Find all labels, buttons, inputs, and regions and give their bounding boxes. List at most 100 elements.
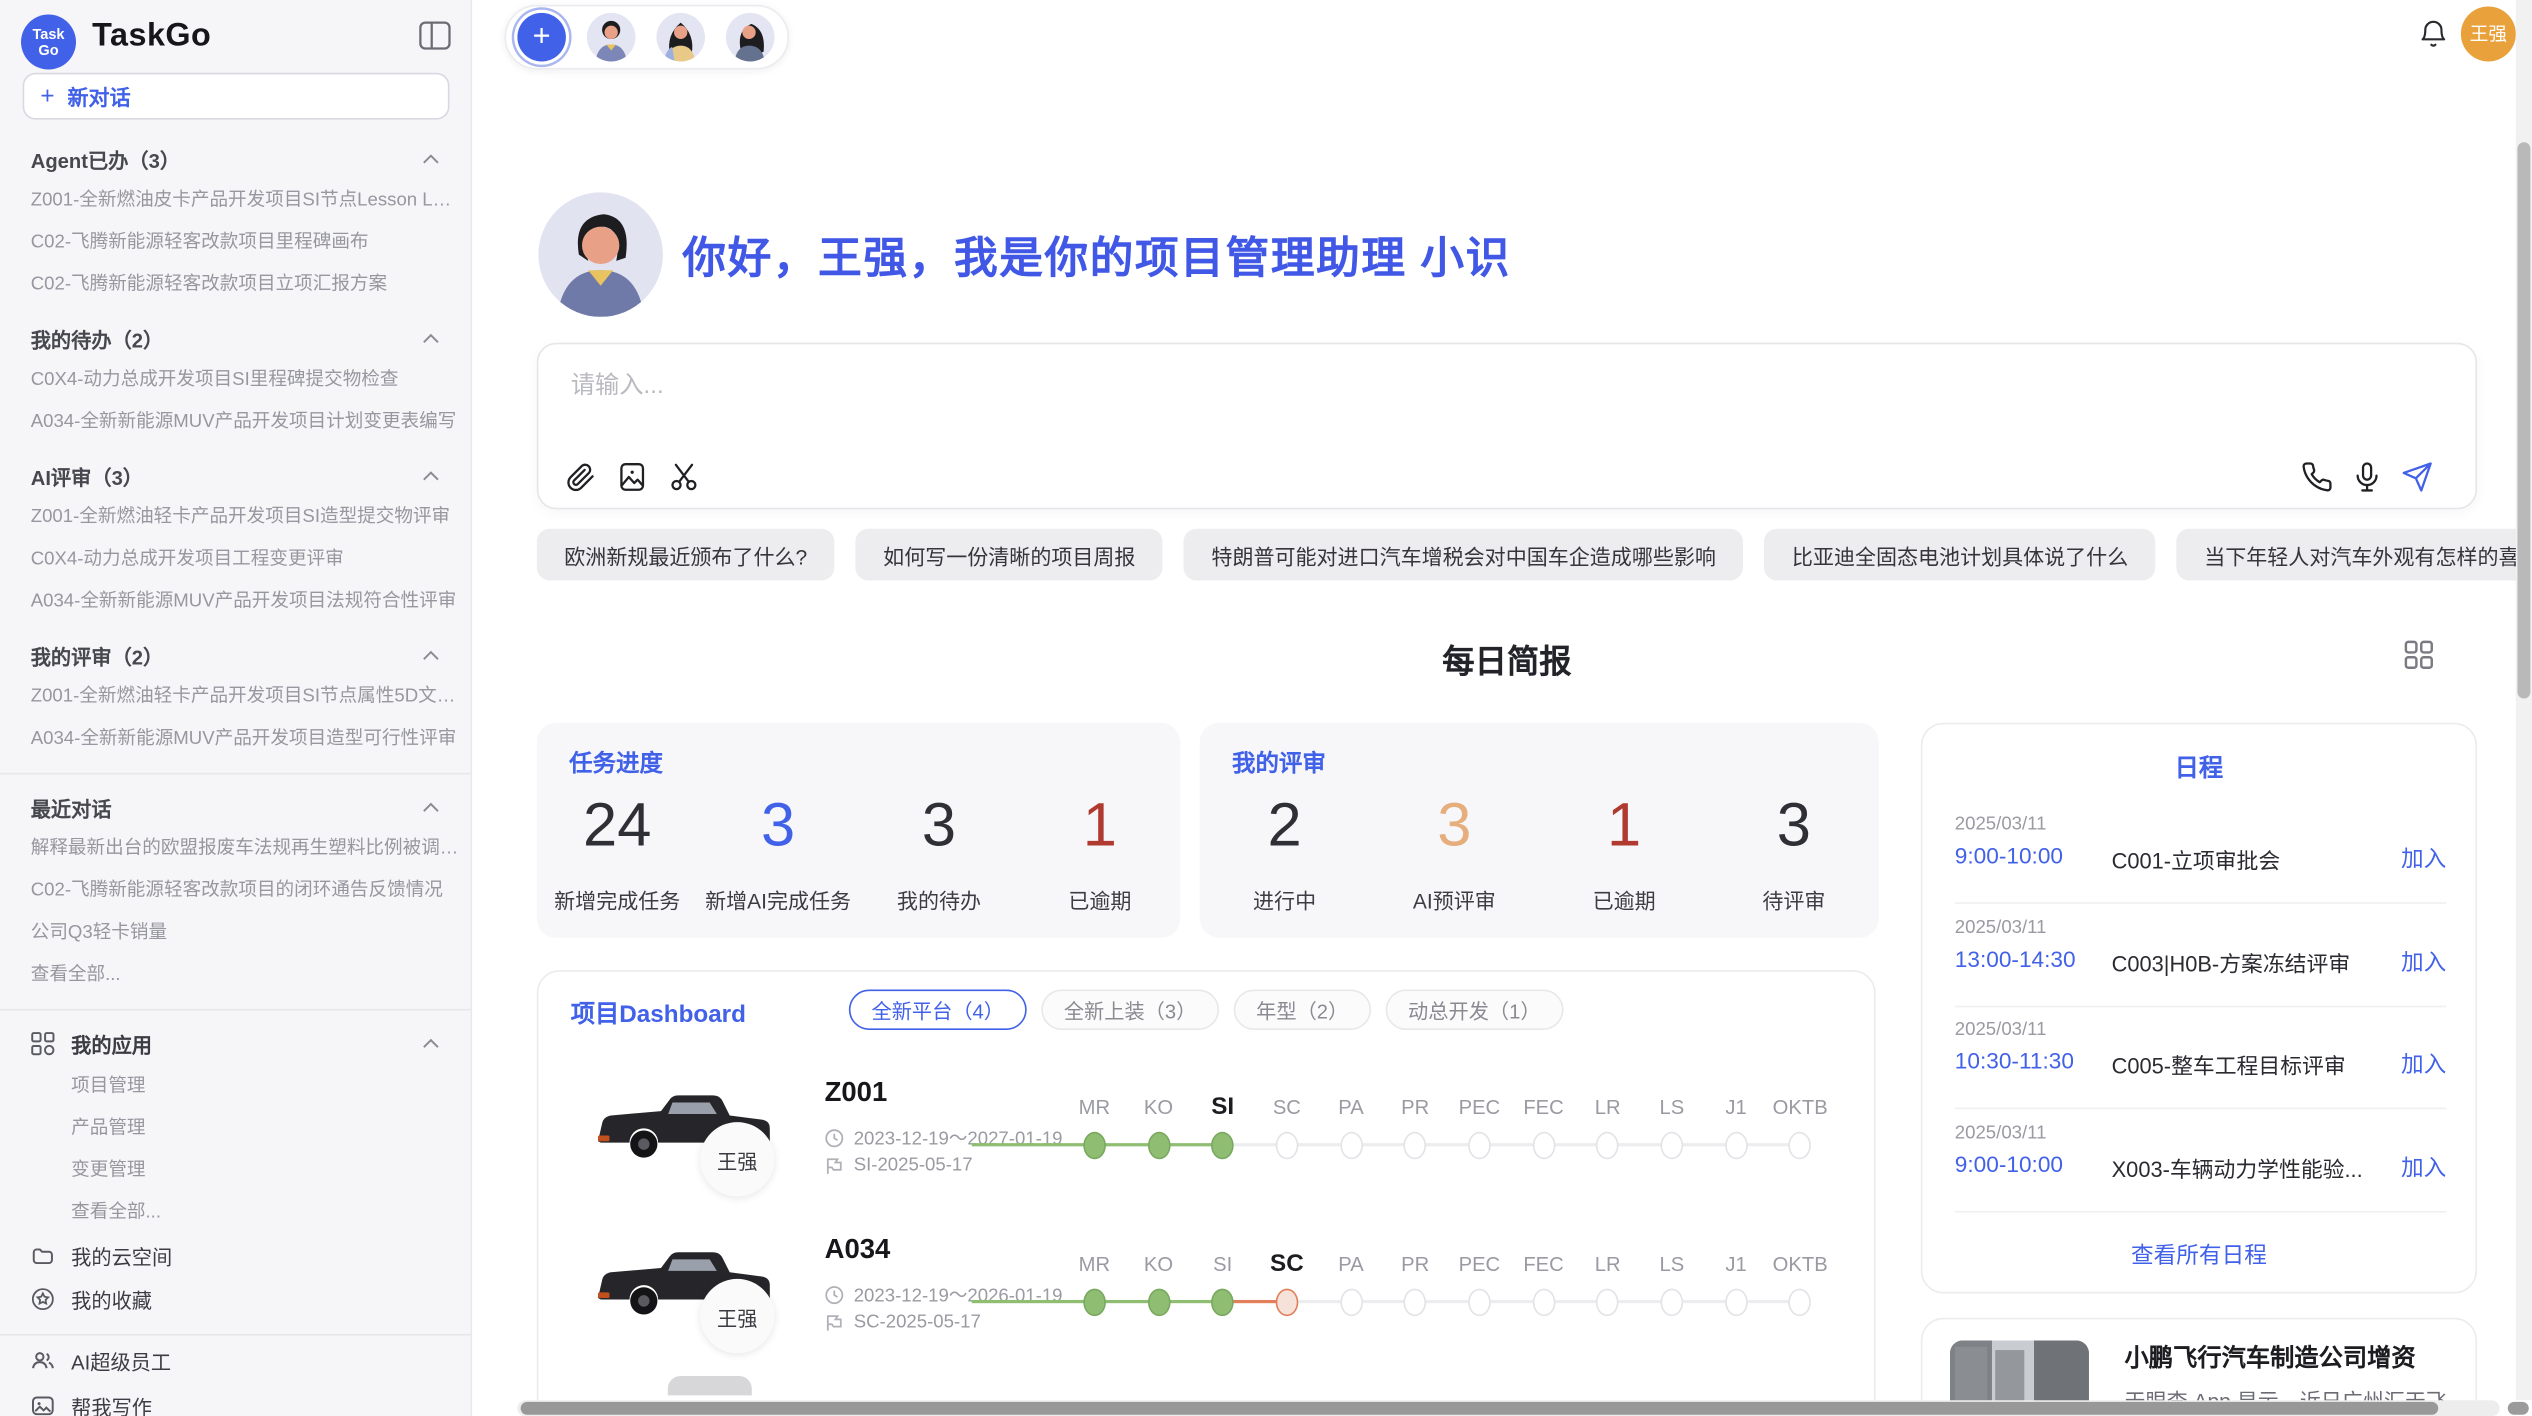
sidebar-item[interactable]: C02-飞腾新能源轻客改款项目里程碑画布 xyxy=(0,222,472,264)
chat-input[interactable] xyxy=(568,364,2347,432)
join-link[interactable]: 加入 xyxy=(2401,945,2446,977)
sidebar-item[interactable]: Z001-全新燃油轻卡产品开发项目SI造型提交物评审 xyxy=(0,496,472,538)
milestone-label: SI xyxy=(1191,1250,1255,1279)
recent-conversation-item[interactable]: C02-飞腾新能源轻客改款项目的闭环通告反馈情况 xyxy=(0,870,472,912)
sidebar-item[interactable]: C02-飞腾新能源轻客改款项目立项汇报方案 xyxy=(0,264,472,306)
sidebar-item[interactable]: A034-全新新能源MUV产品开发项目计划变更表编写 xyxy=(0,401,472,443)
user-avatar[interactable]: 王强 xyxy=(2461,6,2516,61)
sidebar-item-cloud-space[interactable]: 我的云空间 xyxy=(0,1234,472,1278)
app-menu-item[interactable]: 查看全部... xyxy=(0,1192,472,1234)
dashboard-tab[interactable]: 全新平台（4） xyxy=(849,990,1027,1030)
stat-value: 3 xyxy=(1369,787,1539,865)
notification-bell-icon[interactable] xyxy=(2417,18,2449,50)
sidebar-item[interactable]: C0X4-动力总成开发项目工程变更评审 xyxy=(0,538,472,580)
dashboard-tab[interactable]: 动总开发（1） xyxy=(1385,990,1563,1030)
suggestion-chip[interactable]: 比亚迪全固态电池计划具体说了什么 xyxy=(1764,529,2155,581)
image-icon[interactable] xyxy=(616,461,648,493)
project-date-range: 2023-12-19～2027-01-19 xyxy=(854,1125,1063,1151)
schedule-date: 2025/03/11 xyxy=(1955,1020,2047,1039)
divider xyxy=(1955,1210,2447,1212)
agent-avatar-1[interactable] xyxy=(587,13,636,62)
suggestion-chip[interactable]: 当下年轻人对汽车外观有怎样的喜好趋势 xyxy=(2177,529,2532,581)
agent-avatar-3[interactable] xyxy=(726,13,775,62)
suggestion-chip[interactable]: 特朗普可能对进口汽车增税会对中国车企造成哪些影响 xyxy=(1184,529,1743,581)
sidebar-section-header[interactable]: 我的待办（2） xyxy=(0,317,472,359)
stat-column: 3待评审 xyxy=(1709,787,1879,915)
milestone-label: FEC xyxy=(1511,1093,1575,1122)
sidebar-item-ai-staff[interactable]: AI超级员工 xyxy=(0,1339,472,1383)
view-all-conversations-link[interactable]: 查看全部... xyxy=(0,954,472,996)
milestone-dot xyxy=(1276,1289,1299,1316)
sidebar-item[interactable]: A034-全新新能源MUV产品开发项目法规符合性评审 xyxy=(0,580,472,622)
vertical-scrollbar-thumb[interactable] xyxy=(2517,142,2530,698)
sidebar-section-header-recent[interactable]: 最近对话 xyxy=(0,786,472,828)
milestone-dot xyxy=(1596,1289,1619,1316)
project-row[interactable]: 王强A0342023-12-19～2026-01-19SC-2025-05-17… xyxy=(538,1217,1877,1366)
add-agent-button[interactable]: + xyxy=(517,13,566,62)
sidebar-item[interactable]: A034-全新新能源MUV产品开发项目造型可行性评审 xyxy=(0,718,472,760)
send-icon[interactable] xyxy=(2401,461,2433,493)
task-progress-card: 任务进度24新增完成任务3新增AI完成任务3我的待办1已逾期 xyxy=(537,723,1181,938)
agent-switcher: + xyxy=(504,5,789,70)
stat-label: 已逾期 xyxy=(1019,884,1180,915)
sidebar-section-header[interactable]: AI评审（3） xyxy=(0,454,472,496)
chevron-up-icon xyxy=(422,801,440,812)
milestone-dot xyxy=(1211,1132,1234,1159)
divider xyxy=(1955,1005,2447,1007)
agent-avatar-2[interactable] xyxy=(656,13,705,62)
recent-conversation-item[interactable]: 公司Q3轻卡销量 xyxy=(0,912,472,954)
join-link[interactable]: 加入 xyxy=(2401,1150,2446,1182)
sidebar-section-header[interactable]: 我的评审（2） xyxy=(0,634,472,676)
stat-label: 已逾期 xyxy=(1539,884,1709,915)
sidebar-item-my-apps[interactable]: 我的应用 xyxy=(0,1020,472,1065)
milestone-labels: MRKOSISCPAPRPECFECLRLSJ1OKTB xyxy=(1062,1250,1832,1279)
attachment-icon[interactable] xyxy=(564,461,596,493)
join-link[interactable]: 加入 xyxy=(2401,842,2446,874)
milestone-dot xyxy=(1211,1289,1234,1316)
stat-value: 24 xyxy=(537,787,698,865)
sidebar-item-help-write[interactable]: 帮我写作 xyxy=(0,1383,472,1416)
logo-line2: Go xyxy=(38,42,58,58)
suggestion-chip[interactable]: 如何写一份清晰的项目周报 xyxy=(856,529,1163,581)
milestone-labels: MRKOSISCPAPRPECFECLRLSJ1OKTB xyxy=(1062,1093,1832,1122)
suggestion-chip[interactable]: 欧洲新规最近颁布了什么? xyxy=(537,529,835,581)
stat-label: 新增AI完成任务 xyxy=(698,884,859,915)
app-menu-item[interactable]: 变更管理 xyxy=(0,1150,472,1192)
layout-grid-icon[interactable] xyxy=(2404,640,2433,669)
microphone-icon[interactable] xyxy=(2351,461,2383,493)
dashboard-tab[interactable]: 年型（2） xyxy=(1234,990,1371,1030)
app-menu-item[interactable]: 项目管理 xyxy=(0,1066,472,1108)
milestone-cell xyxy=(1768,1289,1832,1316)
schedule-entry: 2025/03/119:00-10:00C001-立项审批会加入 xyxy=(1922,815,2478,917)
project-row[interactable]: 王强Z0012023-12-19～2027-01-19SI-2025-05-17… xyxy=(538,1061,1877,1210)
new-chat-button[interactable]: + 新对话 xyxy=(23,73,450,120)
stat-column: 2进行中 xyxy=(1200,787,1370,915)
milestone-dot xyxy=(1340,1132,1363,1159)
stat-label: 进行中 xyxy=(1200,884,1370,915)
schedule-event-title: C001-立项审批会 xyxy=(2112,842,2379,874)
scissors-icon[interactable] xyxy=(668,461,700,493)
milestone-cell xyxy=(1191,1132,1255,1159)
sidebar-item[interactable]: Z001-全新燃油皮卡产品开发项目SI节点Lesson Learn报告 xyxy=(0,179,472,221)
phone-icon[interactable] xyxy=(2301,461,2333,493)
app-menu-item[interactable]: 产品管理 xyxy=(0,1108,472,1150)
sidebar-item-favorites[interactable]: 我的收藏 xyxy=(0,1277,472,1321)
horizontal-scrollbar-thumb[interactable] xyxy=(521,1402,2439,1415)
taskgo-logo: Task Go xyxy=(21,15,76,70)
sidebar-item[interactable]: Z001-全新燃油轻卡产品开发项目SI节点属性5D文件评审 xyxy=(0,676,472,718)
milestone-cell xyxy=(1640,1289,1704,1316)
milestone-cell xyxy=(1319,1132,1383,1159)
milestone-label: FEC xyxy=(1511,1250,1575,1279)
news-title: 小鹏飞行汽车制造公司增资 xyxy=(2125,1340,2448,1374)
sidebar-item[interactable]: C0X4-动力总成开发项目SI里程碑提交物检查 xyxy=(0,359,472,401)
sidebar-collapse-icon[interactable] xyxy=(419,21,451,50)
milestone-cell xyxy=(1255,1289,1319,1316)
sidebar-section-header[interactable]: Agent已办（3） xyxy=(0,137,472,179)
sidebar-item-label: AI超级员工 xyxy=(71,1346,171,1377)
join-link[interactable]: 加入 xyxy=(2401,1048,2446,1080)
milestone-label: J1 xyxy=(1704,1250,1768,1279)
milestone-dot xyxy=(1340,1289,1363,1316)
dashboard-tab[interactable]: 全新上装（3） xyxy=(1041,990,1219,1030)
recent-conversation-item[interactable]: 解释最新出台的欧盟报废车法规再生塑料比例被调至15%... xyxy=(0,828,472,870)
view-all-schedule-link[interactable]: 查看所有日程 xyxy=(1922,1239,2475,1271)
